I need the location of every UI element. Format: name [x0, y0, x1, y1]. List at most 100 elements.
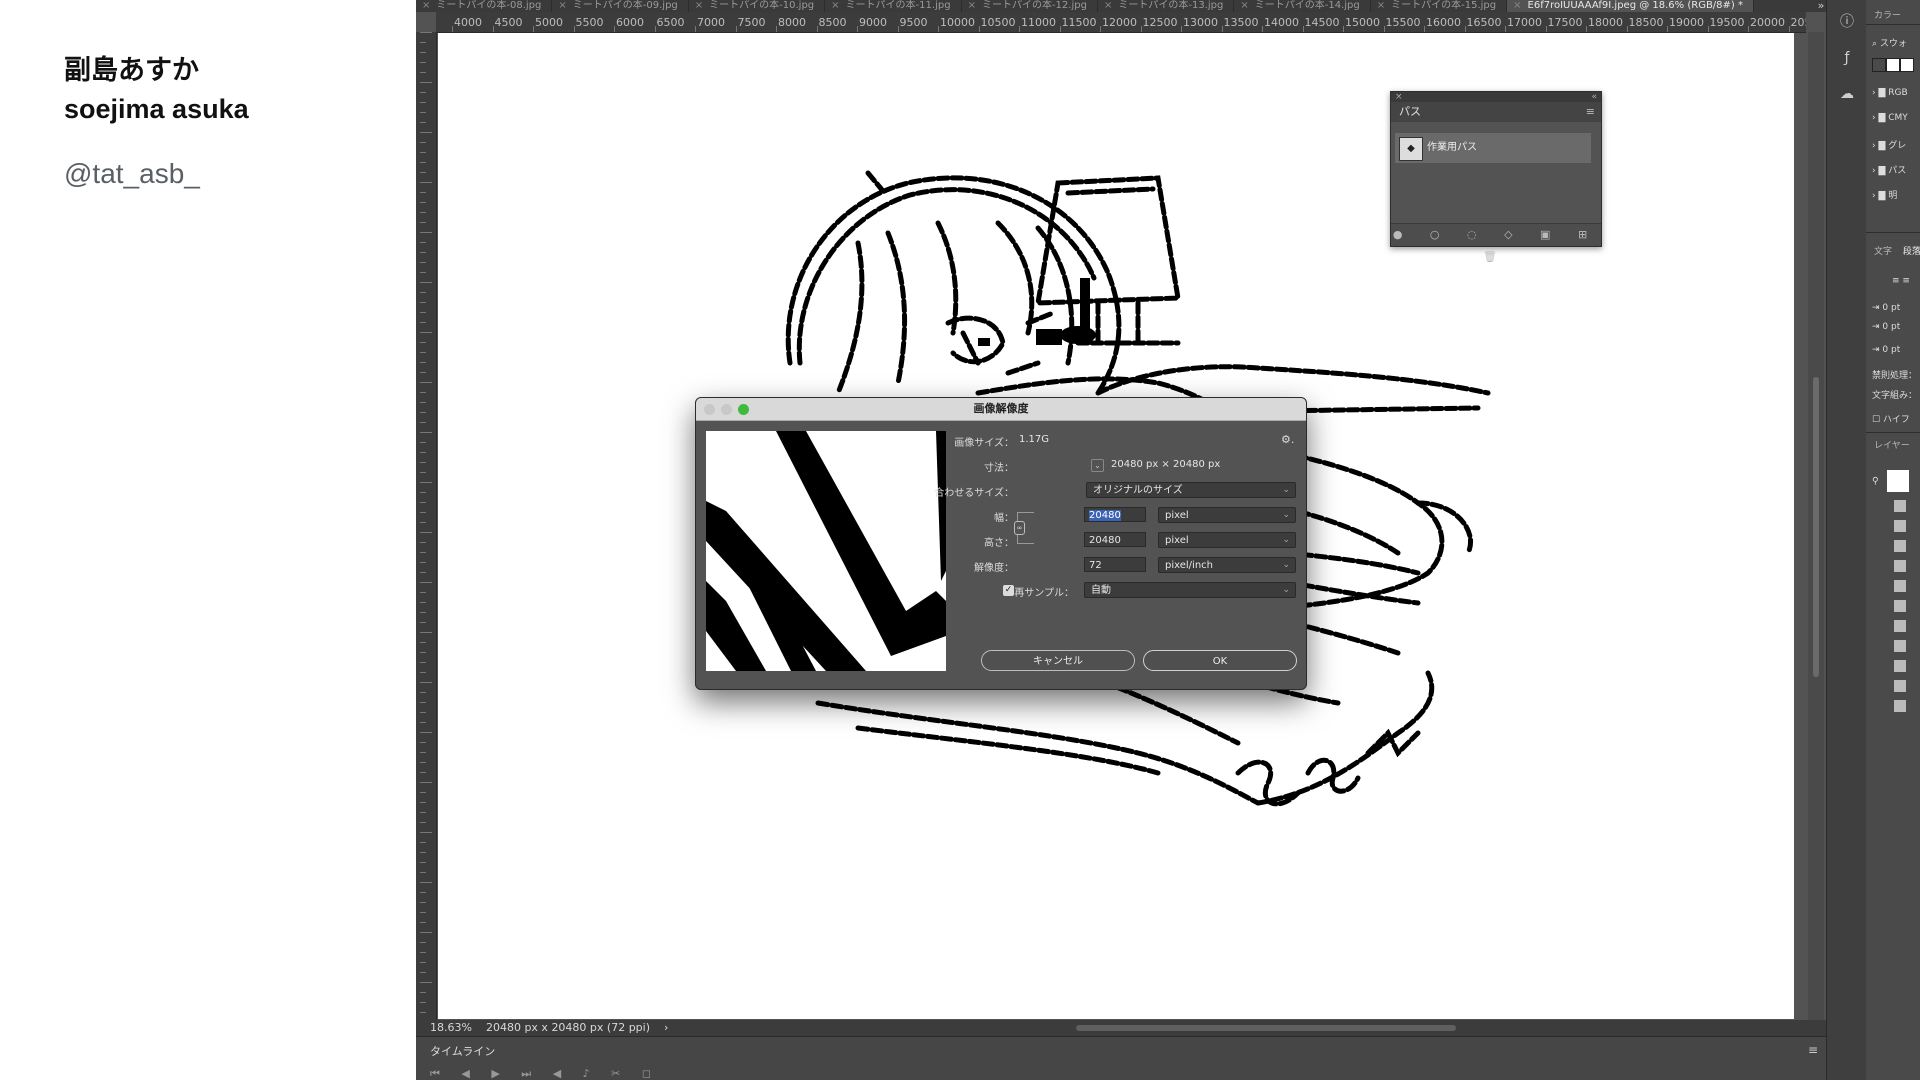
info-icon[interactable]: ⓘ [1839, 14, 1855, 30]
width-input[interactable]: 20480 [1084, 507, 1146, 522]
layer-thumb-11[interactable] [1894, 700, 1906, 712]
cloud-icon[interactable]: ☁ [1839, 86, 1855, 102]
resolution-unit-select[interactable]: pixel/inch ⌄ [1158, 557, 1296, 573]
resolution-input[interactable]: 72 [1084, 557, 1146, 572]
collapse-icon[interactable]: « [1591, 92, 1597, 102]
gear-icon[interactable]: ⚙. [1281, 433, 1294, 446]
timeline-menu-icon[interactable]: ≡ [1808, 1043, 1818, 1057]
tab-document-7[interactable]: × ミートパイの本-14.jpg [1234, 0, 1371, 12]
close-icon[interactable]: × [1377, 0, 1385, 12]
close-icon[interactable]: × [1240, 0, 1248, 12]
ruler-tick [1424, 26, 1425, 32]
layer-thumb-3[interactable] [1894, 540, 1906, 552]
window-close-button[interactable] [704, 404, 715, 415]
ruler-tick [420, 432, 432, 433]
window-maximize-button[interactable] [738, 404, 749, 415]
align-icons[interactable]: ≡ ≡ [1872, 276, 1910, 286]
tab-document-6[interactable]: × ミートパイの本-13.jpg [1098, 0, 1235, 12]
horizontal-scroll-thumb[interactable] [1076, 1025, 1456, 1031]
paths-panel-actions[interactable]: ● ○ ◌ ◇ ▣ ⊞ 🗑 [1391, 223, 1601, 263]
width-unit-select[interactable]: pixel ⌄ [1158, 507, 1296, 523]
window-minimize-button[interactable] [721, 404, 732, 415]
close-icon[interactable]: × [422, 0, 430, 12]
layer-thumb-10[interactable] [1894, 680, 1906, 692]
tab-character[interactable]: 文字 [1874, 247, 1892, 257]
close-icon[interactable]: × [1513, 0, 1521, 12]
color-panel-header[interactable]: カラー [1874, 8, 1901, 21]
layer-thumb-6[interactable] [1894, 600, 1906, 612]
ruler-tick [1262, 26, 1263, 32]
layer-thumb-7[interactable] [1894, 620, 1906, 632]
ok-button[interactable]: OK [1143, 650, 1297, 671]
close-icon[interactable]: × [1104, 0, 1112, 12]
folder-gray[interactable]: › ▇ グレ [1872, 138, 1906, 151]
document-size[interactable]: 20480 px x 20480 px (72 ppi) [486, 1020, 650, 1036]
ruler-tick [420, 932, 432, 933]
layer-thumb-8[interactable] [1894, 640, 1906, 652]
close-icon[interactable]: × [968, 0, 976, 12]
folder-pastel[interactable]: › ▇ パス [1872, 163, 1906, 176]
space-before[interactable]: ⇥ 0 pt [1872, 345, 1900, 355]
tab-paths[interactable]: パス ≡ [1391, 102, 1601, 122]
close-icon[interactable]: × [831, 0, 839, 12]
folder-cmyk[interactable]: › ▇ CMY [1872, 113, 1908, 123]
status-expand-arrow[interactable]: › [664, 1020, 668, 1036]
ruler-tick [420, 652, 426, 653]
swatch-search[interactable]: ⌕ スウォ [1872, 36, 1907, 49]
layer-thumb-1[interactable] [1894, 500, 1906, 512]
layer-thumb-5[interactable] [1894, 580, 1906, 592]
chevron-down-icon[interactable]: ⌄ [1091, 459, 1104, 472]
dimensions-value: 20480 px × 20480 px [1111, 459, 1221, 470]
folder-rgb[interactable]: › ▇ RGB [1872, 88, 1908, 98]
layer-filter-icon[interactable]: ⚲ [1872, 470, 1910, 492]
timeline-title[interactable]: タイムライン [430, 1043, 495, 1059]
height-unit-select[interactable]: pixel ⌄ [1158, 532, 1296, 548]
resample-select[interactable]: 自動 ⌄ [1084, 582, 1296, 598]
tab-document-9[interactable]: × E6f7roIUUAAAf9I.jpeg @ 18.6% (RGB/8#) * [1507, 0, 1754, 12]
tab-document-4[interactable]: × ミートパイの本-11.jpg [825, 0, 962, 12]
zoom-level[interactable]: 18.63% [430, 1020, 472, 1036]
panel-menu-icon[interactable]: ≡ [1586, 102, 1595, 122]
tab-document-3[interactable]: × ミートパイの本-10.jpg [689, 0, 826, 12]
hyphenate-checkbox[interactable]: ☐ ハイフ [1872, 412, 1910, 425]
layers-panel-header[interactable]: レイヤー [1874, 438, 1910, 451]
layer-thumb-2[interactable] [1894, 520, 1906, 532]
ruler-tick [420, 332, 432, 333]
adjustments-icon[interactable]: ƒ [1839, 50, 1855, 66]
vertical-scrollbar[interactable] [1808, 32, 1824, 1020]
timeline-controls[interactable]: ⏮ ◀ ▶ ⏭ ◀ ♪ ✂ ◻ [430, 1067, 660, 1080]
ruler-tick [1667, 26, 1668, 32]
swatch-white-2[interactable] [1900, 58, 1914, 72]
swatch-white[interactable] [1886, 58, 1900, 72]
indent-first[interactable]: ⇥ 0 pt [1872, 322, 1900, 332]
layer-thumb-9[interactable] [1894, 660, 1906, 672]
tab-paragraph[interactable]: 段落 [1903, 247, 1920, 257]
work-path-item[interactable]: ◆ 作業用パス [1395, 133, 1591, 163]
ruler-tick [420, 412, 426, 413]
folder-light[interactable]: › ▇ 明 [1872, 188, 1897, 201]
ruler-tick [420, 982, 432, 983]
height-input[interactable]: 20480 [1084, 532, 1146, 547]
vertical-scroll-thumb[interactable] [1813, 377, 1819, 677]
vertical-ruler[interactable] [416, 32, 437, 1020]
tab-label: E6f7roIUUAAAf9I.jpeg @ 18.6% (RGB/8#) * [1527, 0, 1743, 11]
swatch-black[interactable] [1872, 58, 1886, 72]
tab-document-5[interactable]: × ミートパイの本-12.jpg [962, 0, 1098, 12]
close-icon[interactable]: × [1395, 92, 1403, 102]
layer-thumb-4[interactable] [1894, 560, 1906, 572]
cancel-button[interactable]: キャンセル [981, 650, 1135, 671]
close-icon[interactable]: × [695, 0, 703, 12]
ruler-tick [1586, 26, 1587, 32]
fit-to-select[interactable]: オリジナルのサイズ ⌄ [1086, 482, 1296, 498]
tab-document-1[interactable]: × ミートパイの本-08.jpg [416, 0, 553, 12]
dialog-title[interactable]: 画像解像度 [696, 398, 1306, 421]
link-icon[interactable]: ∞ [1014, 521, 1025, 535]
tab-document-2[interactable]: × ミートパイの本-09.jpg [552, 0, 689, 12]
horizontal-ruler[interactable]: 4000 4500 5000 5500 6000 6500 7000 7500 8000 8500… [436, 12, 1806, 33]
close-icon[interactable]: × [558, 0, 566, 12]
tab-document-8[interactable]: × ミートパイの本-15.jpg [1371, 0, 1508, 12]
ruler-tick [420, 992, 426, 993]
indent-left[interactable]: ⇥ 0 pt [1872, 303, 1900, 313]
ruler-tick [420, 902, 426, 903]
ruler-tick-label: 13500 [1223, 16, 1259, 29]
